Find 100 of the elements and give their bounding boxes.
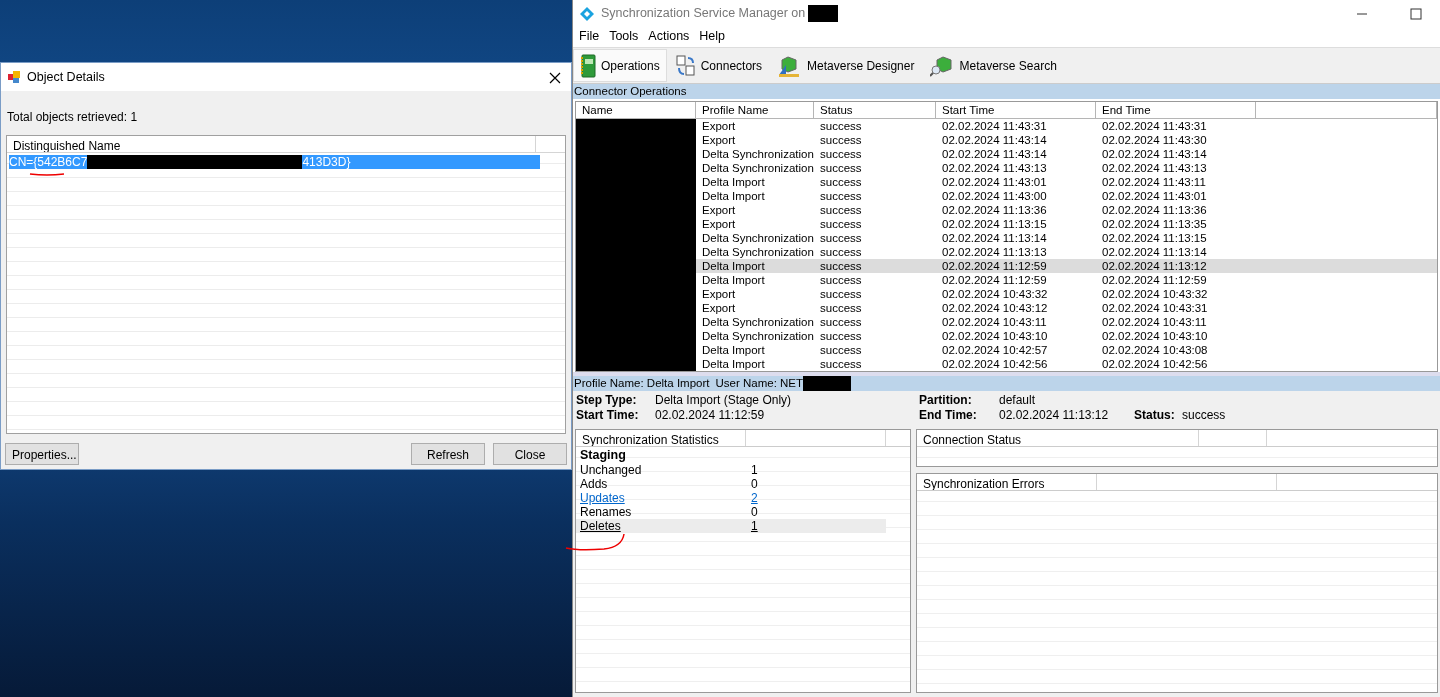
redaction-block xyxy=(808,5,839,22)
menu-item[interactable]: Help xyxy=(695,27,730,47)
table-cell-text: 02.02.2024 11:12:59 xyxy=(941,273,1048,287)
table-cell-text: 02.02.2024 10:43:12 xyxy=(941,301,1049,315)
field-label: Start Time: xyxy=(576,408,640,423)
column-header[interactable]: Profile Name xyxy=(696,102,814,119)
dialog-button[interactable]: Properties... xyxy=(5,443,79,465)
table-cell-text: 02.02.2024 11:43:31 xyxy=(1101,119,1208,133)
toolbar-button[interactable]: Metaverse Designer xyxy=(771,49,922,82)
table-cell-text: success xyxy=(819,203,863,217)
table-cell-text: 02.02.2024 11:13:15 xyxy=(941,217,1048,231)
table-cell-text: Export xyxy=(701,119,737,133)
stat-link[interactable]: 2 xyxy=(751,491,758,505)
dialog-button[interactable]: Refresh xyxy=(411,443,485,465)
profile-info-text: Profile Name: Delta Import xyxy=(574,376,710,391)
menu-item[interactable]: File xyxy=(575,27,604,47)
table-cell-text: success xyxy=(819,287,863,301)
table-cell-text: Export xyxy=(701,203,737,217)
table-cell-text: success xyxy=(819,189,863,203)
window-icon xyxy=(7,70,21,84)
cube-search-icon xyxy=(930,54,955,77)
toolbar-button[interactable]: Connectors xyxy=(668,49,770,82)
stat-label: Unchanged xyxy=(579,463,643,477)
table-cell-text: 02.02.2024 11:43:14 xyxy=(941,133,1048,147)
diamond-logo-icon xyxy=(579,5,595,22)
table-cell-text: 02.02.2024 10:43:08 xyxy=(1101,343,1209,357)
toolbar-button[interactable]: Operations xyxy=(573,49,667,82)
table-cell-text: success xyxy=(819,147,863,161)
table-cell-text: 02.02.2024 10:43:31 xyxy=(1101,301,1209,315)
table-cell-text: success xyxy=(819,231,863,245)
redaction-block xyxy=(803,376,852,391)
column-header: Synchronization Errors xyxy=(917,474,1097,490)
dialog-title: Object Details xyxy=(27,68,105,86)
table-cell-text: Delta Import xyxy=(701,273,766,287)
stat-link[interactable]: Updates xyxy=(580,491,625,505)
table-cell-text: 02.02.2024 11:43:30 xyxy=(1101,133,1208,147)
connectors-icon xyxy=(675,54,696,77)
dialog-button[interactable]: Close xyxy=(493,443,567,465)
stat-label: Renames xyxy=(579,505,633,519)
table-cell-text: 02.02.2024 10:43:10 xyxy=(1101,329,1209,343)
table-cell-text: 02.02.2024 10:42:57 xyxy=(941,343,1049,357)
column-header[interactable]: Name xyxy=(576,102,696,119)
column-header: Synchronization Statistics xyxy=(576,430,746,446)
table-cell-text: Export xyxy=(701,217,737,231)
table-cell-text: 02.02.2024 11:43:01 xyxy=(941,175,1048,189)
stat-label: Adds xyxy=(579,477,609,491)
stat-value: 0 xyxy=(751,505,758,519)
column-header[interactable]: Distinguished Name xyxy=(7,136,536,152)
table-cell-text: 02.02.2024 11:13:35 xyxy=(1101,217,1208,231)
table-cell-text: Delta Synchronization xyxy=(701,329,814,343)
table-cell-text: 02.02.2024 11:43:14 xyxy=(1101,147,1208,161)
table-cell-text: 02.02.2024 11:12:59 xyxy=(1101,273,1208,287)
table-cell-text: 02.02.2024 11:43:13 xyxy=(941,161,1048,175)
summary-text: Total objects retrieved: 1 xyxy=(6,109,139,126)
menu-item[interactable]: Tools xyxy=(605,27,643,47)
field-label: Step Type: xyxy=(576,393,638,408)
stat-link[interactable]: 1 xyxy=(751,519,758,533)
table-cell-text: Export xyxy=(701,301,737,315)
column-header: Connection Status xyxy=(917,430,1199,446)
table-cell-text: 02.02.2024 11:43:01 xyxy=(1101,189,1208,203)
table-cell-text: 02.02.2024 10:43:32 xyxy=(1101,287,1209,301)
table-cell: Delta Import xyxy=(696,259,814,273)
table-cell-text: Delta Synchronization xyxy=(701,231,814,245)
table-cell-text: success xyxy=(819,245,863,259)
table-cell-text: 02.02.2024 10:43:11 xyxy=(1101,315,1208,329)
table-cell-text: success xyxy=(819,329,863,343)
group-label: Staging xyxy=(579,447,627,463)
table-cell: success xyxy=(814,259,936,273)
column-header[interactable]: Start Time xyxy=(936,102,1096,119)
menu-item[interactable]: Actions xyxy=(644,27,694,47)
table-cell-text: 02.02.2024 11:13:13 xyxy=(941,245,1048,259)
table-cell-text: 02.02.2024 10:43:10 xyxy=(941,329,1049,343)
field-label: Partition: xyxy=(919,393,973,408)
table-cell-text: 02.02.2024 10:42:56 xyxy=(941,357,1049,371)
column-header[interactable]: End Time xyxy=(1096,102,1256,119)
table-cell-text: Delta Import xyxy=(701,343,766,357)
toolbar-button[interactable]: Metaverse Search xyxy=(923,49,1064,82)
table-cell-text: success xyxy=(819,301,863,315)
table-cell-text: 02.02.2024 10:43:11 xyxy=(941,315,1048,329)
table-cell-text: 02.02.2024 11:13:15 xyxy=(1101,231,1208,245)
table-cell-text: 02.02.2024 10:43:32 xyxy=(941,287,1049,301)
table-cell-text: 02.02.2024 11:13:14 xyxy=(941,231,1048,245)
field-value: 02.02.2024 11:13:12 xyxy=(999,408,1110,423)
profile-info-text: User Name: NET xyxy=(715,376,804,391)
table-cell-text: success xyxy=(819,175,863,189)
table-cell-text: success xyxy=(819,273,863,287)
field-value: success xyxy=(1182,408,1227,423)
table-cell-text: 02.02.2024 11:13:36 xyxy=(941,203,1048,217)
table-cell-text: Delta Import xyxy=(701,357,766,371)
table-cell: 02.02.2024 11:13:12 xyxy=(1096,259,1256,273)
maximize-icon[interactable] xyxy=(1410,7,1422,20)
column-header[interactable]: Status xyxy=(814,102,936,119)
stat-link[interactable]: Deletes xyxy=(580,519,621,533)
table-cell-text: 02.02.2024 10:42:56 xyxy=(1101,357,1209,371)
table-cell-text: Delta Synchronization xyxy=(701,315,814,329)
table-cell-text: 02.02.2024 11:43:14 xyxy=(941,147,1048,161)
table-cell-text: Delta Synchronization xyxy=(701,161,814,175)
table-cell-text: 02.02.2024 11:43:31 xyxy=(941,119,1048,133)
table-cell-text: 02.02.2024 11:43:13 xyxy=(1101,161,1208,175)
field-label: Status: xyxy=(1134,408,1176,423)
